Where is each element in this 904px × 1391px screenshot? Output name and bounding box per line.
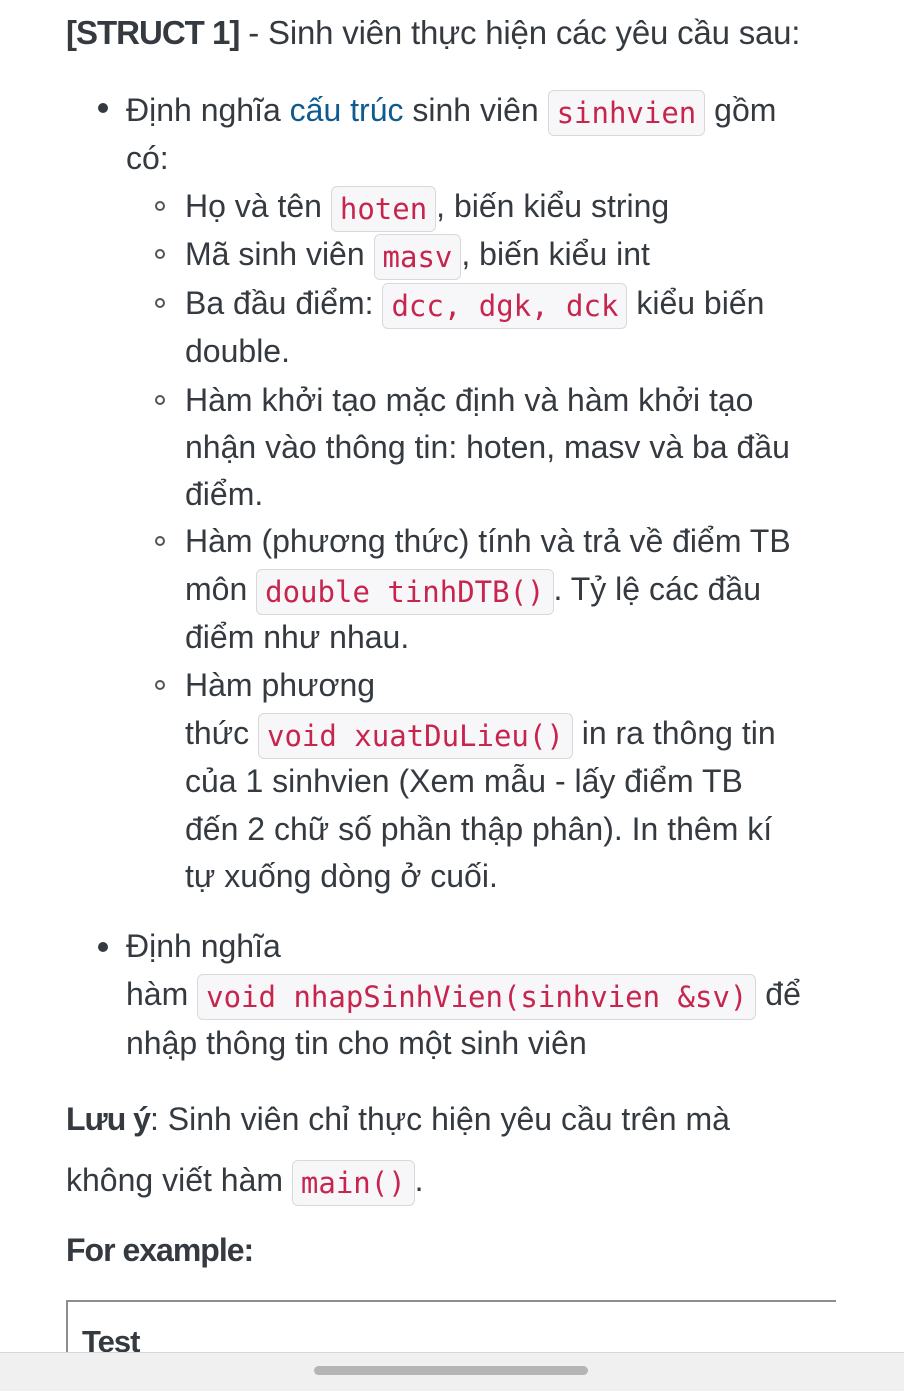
code-scores: dcc, dgk, dck — [382, 282, 628, 329]
heading-text: - Sinh viên thực hiện các yêu cầu sau: — [239, 14, 801, 51]
text: Mã sinh viên — [185, 236, 374, 272]
sub-item-tinhdtb-l3: điểm như nhau. — [185, 619, 410, 655]
text: . — [414, 1162, 424, 1198]
code-masv: masv — [373, 233, 462, 280]
sub-bullet-circle — [155, 249, 165, 259]
text: môn — [185, 571, 257, 607]
sub-item-tinhdtb-l1: Hàm (phương thức) tính và trả về điểm TB — [185, 523, 791, 559]
text: hàm — [126, 976, 198, 1012]
text: để — [756, 976, 801, 1012]
sub-item-tinhdtb-l2: môn double tinhDTB(). Tỷ lệ các đầu — [185, 565, 761, 615]
sub-item-constructors-l2: nhận vào thông tin: hoten, masv và ba đầ… — [185, 429, 790, 465]
sub-bullet-circle — [155, 536, 165, 546]
list-item-nhap-l1: Định nghĩa — [126, 928, 281, 964]
code-sinhvien: sinhvien — [547, 89, 706, 136]
code-xuatdulieu: void xuatDuLieu() — [258, 712, 573, 759]
list-item-struct-def-cont: có: — [126, 140, 169, 176]
sub-item-constructors-l1: Hàm khởi tạo mặc định và hàm khởi tạo — [185, 382, 754, 418]
text: , biến kiểu string — [436, 188, 670, 224]
list-item-nhap-l2: hàm void nhapSinhVien(sinhvien &sv) để — [126, 970, 801, 1020]
sub-item-xuat-l5: tự xuống dòng ở cuối. — [185, 858, 498, 894]
struct-link[interactable]: cấu trúc — [290, 92, 404, 128]
note-line-1: Lưu ý: Sinh viên chỉ thực hiện yêu cầu t… — [66, 1095, 730, 1143]
sub-item-hoten: Họ và tên hoten, biến kiểu string — [185, 182, 669, 232]
text: , biến kiểu int — [461, 236, 650, 272]
sub-bullet-circle — [155, 680, 165, 690]
text: thức — [185, 715, 258, 751]
text: Ba đầu điểm: — [185, 285, 383, 321]
sub-bullet-circle — [155, 298, 165, 308]
note-label: Lưu ý — [66, 1101, 151, 1137]
sub-bullet-circle — [155, 395, 165, 405]
example-heading: For example: — [66, 1232, 254, 1268]
sub-item-scores-cont: double. — [185, 333, 290, 369]
text: in ra thông tin — [572, 715, 776, 751]
sub-item-scores: Ba đầu điểm: dcc, dgk, dck kiểu biến — [185, 279, 764, 329]
code-main: main() — [291, 1159, 415, 1206]
sub-bullet-circle — [155, 201, 165, 211]
sub-item-xuat-l4: đến 2 chữ số phần thập phân). In thêm kí — [185, 811, 773, 847]
sub-item-xuat-l2: thức void xuatDuLieu() in ra thông tin — [185, 709, 776, 759]
sub-item-xuat-l1: Hàm phương — [185, 667, 376, 703]
text: Họ và tên — [185, 188, 331, 224]
code-hoten: hoten — [330, 185, 437, 232]
text: sinh viên — [403, 92, 548, 128]
list-item-struct-def: Định nghĩa cấu trúc sinh viên sinhvien g… — [126, 86, 776, 136]
text: gồm — [705, 92, 777, 128]
bullet-dot — [98, 942, 108, 952]
problem-heading: [STRUCT 1] - Sinh viên thực hiện các yêu… — [66, 14, 800, 52]
text: : Sinh viên chỉ thực hiện yêu cầu trên m… — [149, 1101, 730, 1137]
sub-item-masv: Mã sinh viên masv, biến kiểu int — [185, 230, 650, 280]
note-line-2: không viết hàm main(). — [66, 1156, 424, 1206]
bullet-dot — [98, 103, 108, 113]
text: Định nghĩa — [126, 92, 290, 128]
list-item-nhap-l3: nhập thông tin cho một sinh viên — [126, 1025, 587, 1061]
sub-item-constructors-l3: điểm. — [185, 476, 264, 512]
code-nhapsinhvien: void nhapSinhVien(sinhvien &sv) — [197, 973, 757, 1020]
code-tinhdtb: double tinhDTB() — [256, 568, 554, 615]
home-gesture-handle[interactable] — [314, 1366, 588, 1375]
sub-item-xuat-l3: của 1 sinhvien (Xem mẫu - lấy điểm TB — [185, 763, 743, 799]
text: không viết hàm — [66, 1162, 292, 1198]
text: kiểu biến — [627, 285, 765, 321]
text: . Tỷ lệ các đầu — [553, 571, 762, 607]
heading-prefix: [STRUCT 1] — [66, 14, 240, 51]
